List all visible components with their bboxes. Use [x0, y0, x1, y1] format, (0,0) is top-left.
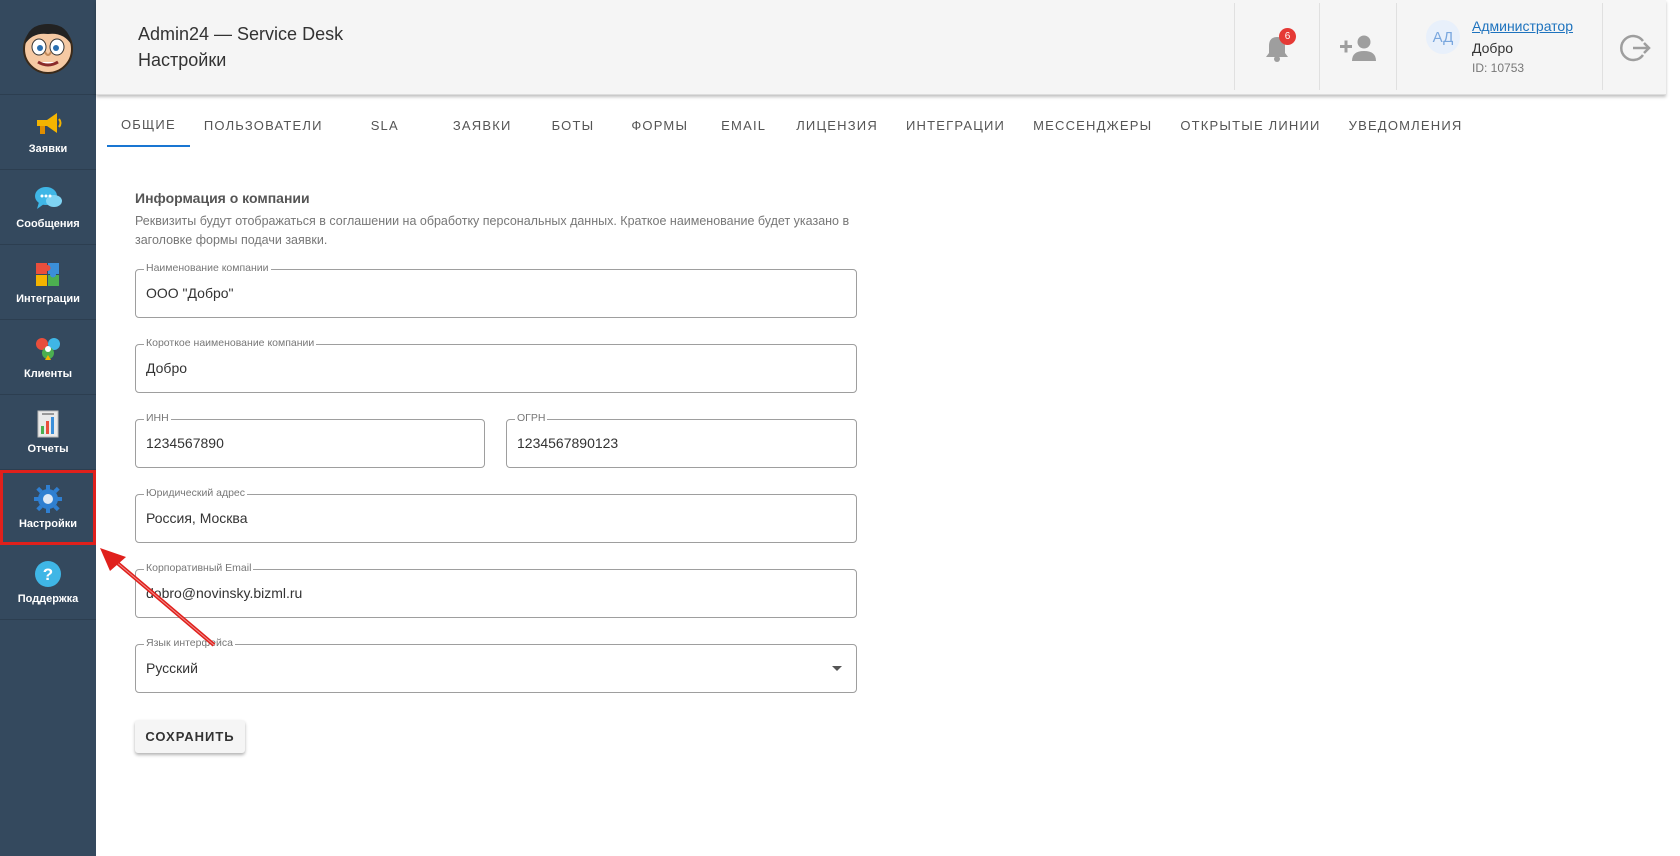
tab-general[interactable]: ОБЩИЕ [107, 103, 190, 147]
section-title: Информация о компании [135, 190, 310, 206]
gear-icon [33, 484, 63, 514]
puzzle-icon [33, 259, 63, 289]
tab-users[interactable]: ПОЛЬЗОВАТЕЛИ [190, 103, 337, 147]
notification-badge: 6 [1279, 28, 1296, 45]
sidebar-item-reports[interactable]: Отчеты [0, 395, 96, 470]
tab-notifications[interactable]: УВЕДОМЛЕНИЯ [1335, 103, 1477, 147]
field-label: Юридический адрес [144, 487, 248, 499]
page-title: Настройки [138, 50, 227, 70]
add-user-button[interactable] [1320, 0, 1396, 95]
field-label: Наименование компании [144, 262, 271, 274]
tab-bots[interactable]: БОТЫ [532, 103, 615, 147]
field-label: ИНН [144, 412, 171, 424]
field-value: 1234567890 [146, 435, 224, 451]
sidebar-item-requests[interactable]: Заявки [0, 95, 96, 170]
tab-requests[interactable]: ЗАЯВКИ [433, 103, 532, 147]
field-value: Русский [146, 660, 198, 676]
sidebar-item-label: Поддержка [17, 593, 79, 605]
tab-forms[interactable]: ФОРМЫ [614, 103, 705, 147]
sidebar-item-label: Настройки [18, 518, 78, 530]
sidebar-item-label: Сообщения [16, 218, 80, 230]
sidebar-item-support[interactable]: ? Поддержка [0, 545, 96, 620]
ogrn-field[interactable]: ОГРН 1234567890123 [506, 412, 857, 468]
sidebar-item-integrations[interactable]: Интеграции [0, 245, 96, 320]
sidebar-item-label: Отчеты [27, 443, 69, 455]
company-info-section: Информация о компании Реквизиты будут от… [135, 190, 857, 250]
divider [1396, 3, 1397, 90]
megaphone-icon [33, 109, 63, 139]
app-logo[interactable] [0, 0, 96, 95]
field-value: ООО "Добро" [146, 285, 234, 301]
field-label: Короткое наименование компании [144, 337, 317, 349]
chat-bubbles-icon [33, 184, 63, 214]
section-description: Реквизиты будут отображаться в соглашени… [135, 214, 850, 247]
tab-messengers[interactable]: МЕССЕНДЖЕРЫ [1019, 103, 1166, 147]
tab-email[interactable]: EMAIL [705, 103, 782, 147]
add-user-icon [1340, 35, 1376, 61]
field-value: 1234567890123 [517, 435, 619, 451]
sidebar-item-clients[interactable]: Клиенты [0, 320, 96, 395]
logout-button[interactable] [1603, 0, 1666, 95]
logout-icon [1619, 34, 1651, 61]
annotation-arrow [100, 548, 216, 647]
inn-field[interactable]: ИНН 1234567890 [135, 412, 485, 468]
top-bar: Admin24 — Service Desk Настройки 6 АД Ад… [96, 0, 1666, 95]
question-icon: ? [33, 559, 63, 589]
user-org: Добро [1472, 40, 1514, 56]
notifications-button[interactable]: 6 [1235, 0, 1319, 95]
sidebar-item-label: Клиенты [23, 368, 72, 380]
field-value: Россия, Москва [146, 510, 248, 526]
avatar: АД [1426, 20, 1460, 54]
short-name-field[interactable]: Короткое наименование компании Добро [135, 337, 857, 393]
tab-license[interactable]: ЛИЦЕНЗИЯ [782, 103, 892, 147]
company-name-field[interactable]: Наименование компании ООО "Добро" [135, 262, 857, 318]
dropdown-arrow-icon [832, 666, 842, 671]
sidebar-item-label: Заявки [28, 143, 68, 155]
field-label: ОГРН [515, 412, 548, 424]
tab-sla[interactable]: SLA [337, 103, 433, 147]
field-value: Добро [146, 360, 188, 376]
people-icon [33, 334, 63, 364]
sidebar: Заявки Сообщения Интеграции Клиенты Отче… [0, 0, 96, 856]
legal-address-field[interactable]: Юридический адрес Россия, Москва [135, 487, 857, 543]
tab-integrations[interactable]: ИНТЕГРАЦИИ [892, 103, 1019, 147]
save-button[interactable]: СОХРАНИТЬ [135, 720, 245, 753]
app-title: Admin24 — Service Desk [138, 24, 344, 44]
sidebar-item-settings[interactable]: Настройки [0, 470, 96, 545]
corporate-email-field[interactable]: Корпоративный Email dobro@novinsky.bizml… [135, 562, 857, 618]
user-name-link[interactable]: Администратор [1472, 18, 1573, 34]
avatar-face-icon [23, 24, 73, 74]
sidebar-item-label: Интеграции [16, 293, 80, 305]
report-chart-icon [33, 409, 63, 439]
tab-open-lines[interactable]: ОТКРЫТЫЕ ЛИНИИ [1166, 103, 1334, 147]
sidebar-item-messages[interactable]: Сообщения [0, 170, 96, 245]
svg-text:?: ? [43, 565, 53, 584]
settings-tabs: ОБЩИЕ ПОЛЬЗОВАТЕЛИ SLA ЗАЯВКИ БОТЫ ФОРМЫ… [107, 103, 1476, 147]
user-id: ID: 10753 [1472, 61, 1525, 75]
interface-language-select[interactable]: Язык интерфейса Русский [135, 637, 857, 693]
